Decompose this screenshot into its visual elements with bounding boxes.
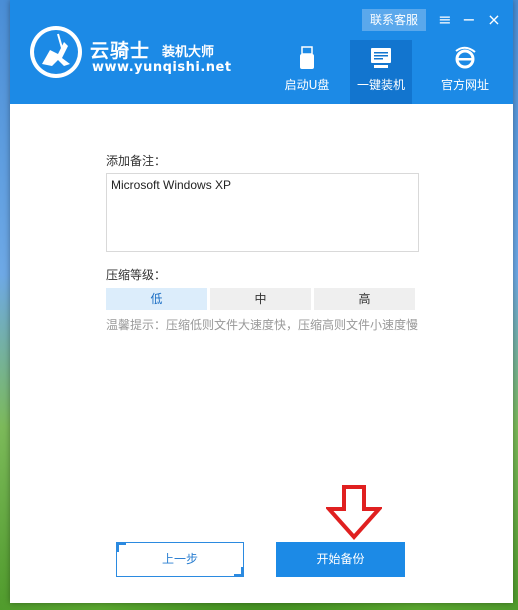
menu-icon[interactable]: ≡ [434,9,456,31]
compression-label: 压缩等级： [106,268,167,282]
previous-step-label: 上一步 [161,552,198,566]
compression-high-button[interactable]: 高 [314,288,415,310]
nav-item-label: 官方网址 [440,78,489,92]
down-arrow-icon [326,485,382,540]
brand-subtitle: 装机大师 [162,45,215,60]
computer-icon [371,48,391,68]
nav-item-official-site[interactable]: 官方网址 [434,40,496,104]
nav-item-label: 一键装机 [356,78,405,92]
contact-support-button[interactable]: 联系客服 [362,9,426,31]
note-input-value: Microsoft Windows XP [111,178,232,192]
close-icon[interactable]: × [483,9,505,31]
brand-name: 云骑士 [90,40,151,62]
compression-hint: 温馨提示：压缩低则文件大速度快，压缩高则文件小速度慢 [106,318,419,332]
usb-drive-icon [300,46,314,69]
note-label: 添加备注： [106,154,167,168]
brand-url: www.yunqishi.net [92,60,232,75]
start-backup-button[interactable]: 开始备份 [276,542,405,577]
nav-item-usb[interactable]: 启动U盘 [276,40,338,104]
ie-browser-icon [455,46,476,69]
knight-logo-icon [30,26,82,78]
button-corner-decoration [234,567,244,577]
previous-step-button[interactable]: 上一步 [116,542,244,577]
compression-medium-button[interactable]: 中 [210,288,311,310]
nav-item-label: 启动U盘 [284,78,330,92]
note-input[interactable]: Microsoft Windows XP [106,173,419,252]
app-header: 云骑士 装机大师 www.yunqishi.net 联系客服 ≡ − × 启动U… [10,0,513,104]
compression-low-button[interactable]: 低 [106,288,207,310]
button-corner-decoration [116,542,126,552]
minimize-icon[interactable]: − [458,9,480,31]
app-window: 云骑士 装机大师 www.yunqishi.net 联系客服 ≡ − × 启动U… [10,0,513,603]
nav-item-one-click-install[interactable]: 一键装机 [350,40,412,104]
